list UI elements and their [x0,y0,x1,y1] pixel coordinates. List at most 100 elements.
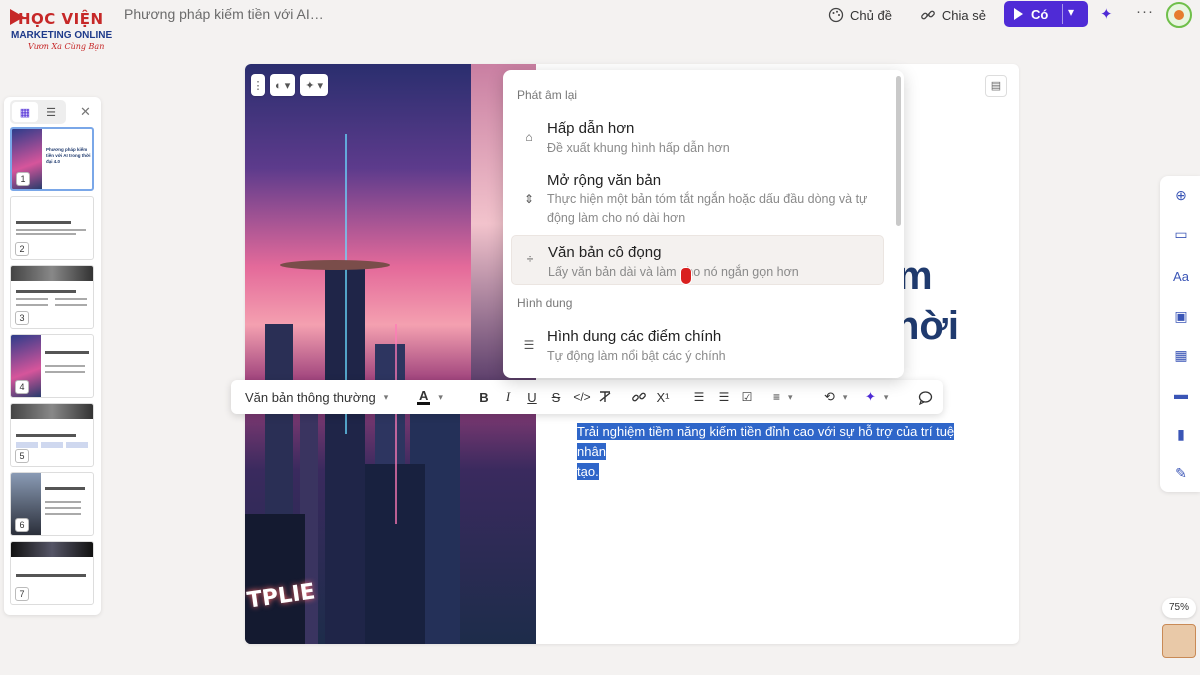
bullet-list-icon[interactable]: ☰ [717,380,731,414]
thumbnail-line [55,304,87,306]
thumbnail-line [45,513,81,515]
expand-icon: ⇕ [523,192,535,206]
clear-format-icon[interactable] [597,380,613,414]
more-icon[interactable]: ··· [1136,3,1154,20]
menu-group-rewrite: Phát âm lại [517,88,578,102]
add-card-icon[interactable]: ⊕ [1172,186,1190,204]
italic-button[interactable]: I [502,380,514,414]
menu-item-visualize-key-points[interactable]: ☰ Hình dung các điểm chính Tự động làm n… [511,322,884,368]
list-view-icon[interactable]: ☰ [38,102,64,122]
slide-thumbnail-4[interactable]: 4 [10,334,94,398]
film-view-icon[interactable]: ▦ [12,102,38,122]
slide-thumbnail-2[interactable]: 2 [10,196,94,260]
slide-number: 3 [15,311,29,325]
image-ai-button[interactable]: ✦ ▾ [300,74,329,96]
thumbnail-card [41,442,63,448]
menu-item-more-engaging[interactable]: ⌂ Hấp dẫn hơn Đề xuất khung hình hấp dẫn… [511,114,884,158]
present-divider [1062,4,1063,24]
menu-scrollbar[interactable] [896,76,901,226]
edit-icon[interactable]: ✎ [1172,464,1190,482]
chevron-down-icon: ▾ [842,391,848,402]
document-title[interactable]: Phương pháp kiếm tiền với AI trong thời … [124,6,324,22]
slide-thumbnail-5[interactable]: 5 [10,403,94,467]
hand-cursor [681,268,691,284]
chart-icon[interactable]: ▮ [1172,425,1190,443]
slide-number: 2 [15,242,29,256]
slide-thumbnail-1[interactable]: Phương pháp kiếm tiền với AI trong thời … [10,127,94,191]
code-button[interactable]: </> [571,380,593,414]
checklist-icon[interactable]: ☑ [740,380,754,414]
frame-icon: ⌂ [525,130,533,144]
avatar[interactable] [1166,2,1192,28]
notes-icon[interactable]: ▤ [985,75,1007,97]
slides-panel-header: ▦ ☰ ✕ [4,97,101,127]
thumbnail-heading [45,351,89,354]
bold-button[interactable]: B [477,380,491,414]
embed-icon[interactable]: ▬ [1172,385,1190,403]
view-toggle: ▦ ☰ [10,100,66,124]
thumbnail-line [45,365,85,367]
ai-sparkle-icon[interactable]: ✦ [1100,5,1113,23]
thumbnail-heading [16,221,71,224]
thumbnail-line [55,298,87,300]
superscript-button[interactable]: X¹ [655,380,671,414]
strikethrough-button[interactable]: S [549,380,563,414]
top-bar: HỌC VIỆN MARKETING ONLINE Vươn Xa Cùng B… [0,0,1200,51]
slide-thumbnail-3[interactable]: 3 [10,265,94,329]
text-style-label: Văn bản thông thường [245,389,376,405]
transform-button[interactable]: ⟲ ▾ [824,380,847,414]
thumbnail-line [16,229,86,231]
list-icon: ☰ [523,338,535,352]
thumbnail-heading [16,434,76,437]
image-icon[interactable]: ▣ [1172,307,1190,325]
minimap-thumbnail[interactable] [1162,624,1196,658]
image-style-button[interactable]: ◐ ▾ [270,74,296,96]
present-button[interactable]: Có ▾ [1004,1,1088,27]
align-button[interactable]: ≡ ▾ [773,380,793,414]
numbered-list-icon[interactable]: ☰ [692,380,706,414]
ai-rewrite-menu: Phát âm lại ⌂ Hấp dẫn hơn Đề xuất khung … [503,70,904,378]
slide-title-fragment[interactable]: hời [895,304,959,349]
ai-sparkle-icon: ✦ [865,389,876,404]
slide-number: 6 [15,518,29,532]
close-icon[interactable]: ✕ [80,104,91,120]
slide-number: 7 [15,587,29,601]
text-style-select[interactable]: Văn bản thông thường ▾ [245,380,388,414]
slide-thumbnail-6[interactable]: 6 [10,472,94,536]
present-label: Có [1031,6,1049,22]
font-color-button[interactable]: A ▾ [417,380,443,414]
menu-item-expand-text[interactable]: ⇕ Mở rộng văn bản Thực hiện một bản tóm … [511,168,884,230]
repeat-icon: ⟲ [824,389,835,404]
chevron-down-icon: ▾ [383,391,389,402]
comment-icon[interactable] [917,380,933,414]
thumbnail-card [66,442,88,448]
thumbnail-image [11,542,93,557]
selected-subtitle[interactable]: Trải nghiệm tiềm năng kiếm tiền đỉnh cao… [577,422,967,482]
theme-button[interactable]: Chủ đề [828,7,892,23]
drag-handle-icon[interactable]: ⋮ [251,74,265,96]
logo-line3: Vươn Xa Cùng Bạn [28,42,105,51]
underline-button[interactable]: U [525,380,539,414]
chevron-down-icon[interactable]: ▾ [1068,5,1074,19]
light-beam [395,324,397,524]
menu-item-title: Hấp dẫn hơn [547,120,635,137]
layout-icon[interactable]: ▭ [1172,225,1190,243]
text-icon[interactable]: Aa [1172,268,1190,286]
share-button[interactable]: Chia sẻ [920,7,986,23]
ai-edit-button[interactable]: ✦ ▾ [865,380,888,414]
slide-number: 4 [15,380,29,394]
slide-image[interactable]: TPLIE [245,64,536,644]
logo-line1: HỌC VIỆN [18,10,104,28]
slide-thumbnail-7[interactable]: 7 [10,541,94,605]
link-icon[interactable] [630,380,648,414]
zoom-level[interactable]: 75% [1162,598,1196,618]
thumbnail-line [45,371,85,373]
palette-icon [828,7,844,23]
menu-item-condense-text[interactable]: ÷ Văn bản cô đọng Lấy văn bản dài và làm… [511,235,884,285]
video-icon[interactable]: ▦ [1172,346,1190,364]
thumbnail-card [16,442,38,448]
menu-item-title: Hình dung các điểm chính [547,328,722,345]
menu-item-title: Văn bản cô đọng [548,244,662,261]
logo: HỌC VIỆN MARKETING ONLINE Vươn Xa Cùng B… [10,4,120,51]
airship-shape [280,260,390,270]
